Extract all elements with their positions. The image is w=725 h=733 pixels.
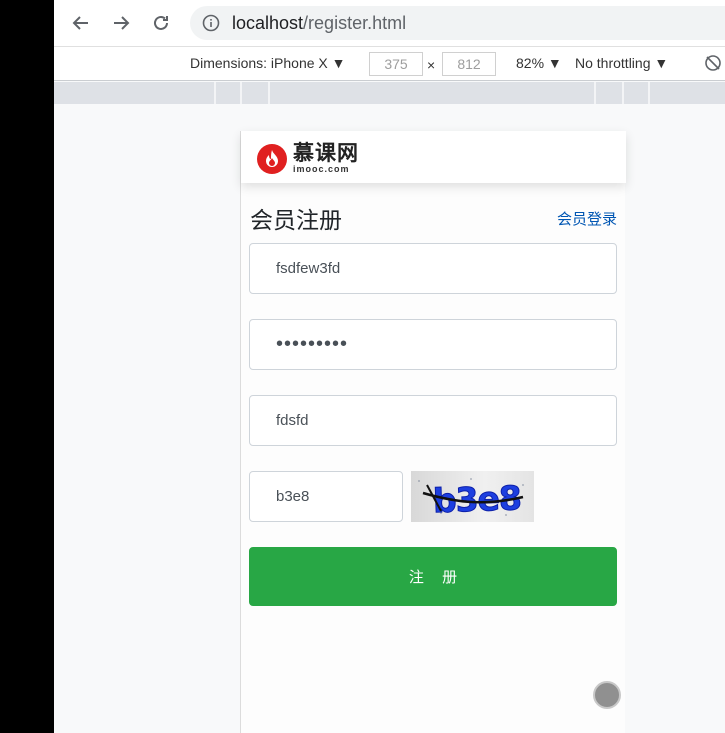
forward-button[interactable] [108,10,134,36]
site-logo[interactable]: 慕课网 imooc.com [257,143,359,174]
address-bar[interactable]: localhost/register.html [190,6,725,40]
password-input[interactable]: ••••••••• [249,319,617,370]
logo-en: imooc.com [293,164,350,174]
logo-text: 慕课网 imooc.com [293,143,359,174]
media-query-ruler [54,82,725,104]
rotate-icon[interactable] [704,54,722,72]
url-host: localhost [232,13,304,33]
dimensions-dropdown[interactable]: Dimensions: iPhone X ▼ [190,55,345,71]
url-path: /register.html [303,13,407,33]
width-input[interactable]: 375 [369,52,423,76]
reload-button[interactable] [148,10,174,36]
arrow-left-icon [72,16,88,30]
page-header: 慕课网 imooc.com [241,131,626,183]
register-button[interactable]: 注 册 [249,547,617,606]
nickname-input[interactable]: fdsfd [249,395,617,446]
ruler-tick [214,82,216,104]
logo-cn: 慕课网 [293,142,359,165]
ruler-tick [594,82,596,104]
url-text[interactable]: localhost/register.html [232,13,406,34]
ruler-tick [648,82,650,104]
captcha-input[interactable]: b3e8 [249,471,403,522]
flame-icon [257,143,287,174]
zoom-dropdown[interactable]: 82% ▼ [516,55,562,71]
browser-toolbar: localhost/register.html [54,0,725,46]
throttling-dropdown[interactable]: No throttling ▼ [575,55,668,71]
device-viewport: 慕课网 imooc.com 会员注册 会员登录 fsdfew3fd ••••••… [240,131,626,733]
touch-cursor-indicator [593,681,621,709]
info-icon[interactable] [202,14,220,32]
ruler-tick [622,82,624,104]
device-toolbar: Dimensions: iPhone X ▼ 375 × 812 82% ▼ N… [54,46,725,81]
ruler-tick [240,82,242,104]
ruler-tick [268,82,270,104]
back-button[interactable] [68,10,94,36]
page-title: 会员注册 [250,207,342,233]
reload-icon [154,15,168,30]
captcha-image[interactable]: b3e8 [411,471,534,522]
left-black-panel [0,0,54,733]
username-input[interactable]: fsdfew3fd [249,243,617,294]
arrow-right-icon [114,16,130,30]
times-sign: × [427,57,436,73]
height-input[interactable]: 812 [442,52,496,76]
member-login-link[interactable]: 会员登录 [557,208,617,229]
